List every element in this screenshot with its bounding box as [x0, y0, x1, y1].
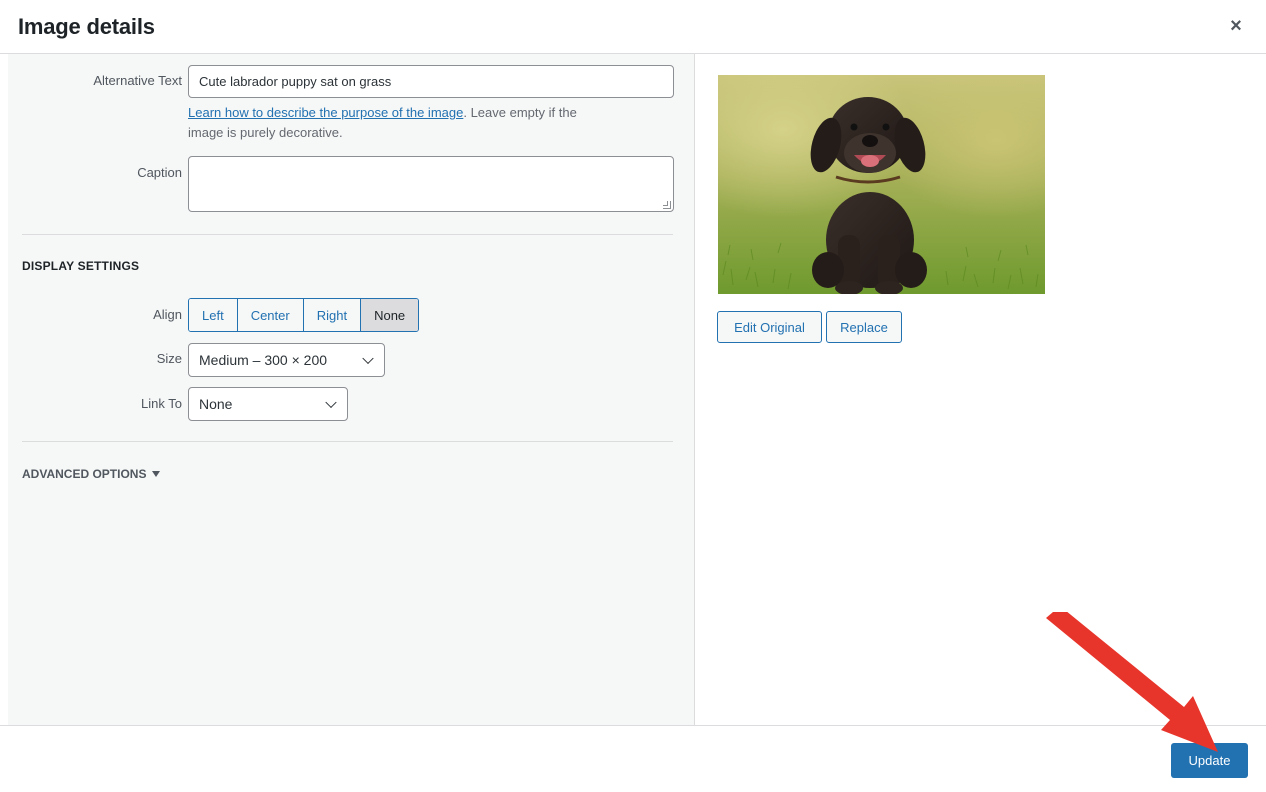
- image-preview: [718, 75, 1045, 294]
- chevron-down-icon: [325, 396, 337, 409]
- advanced-options-label: ADVANCED OPTIONS: [22, 467, 147, 481]
- section-divider: [22, 234, 673, 235]
- modal-title: Image details: [18, 14, 155, 39]
- align-label: Align: [153, 307, 182, 322]
- alt-text-value: Cute labrador puppy sat on grass: [199, 74, 392, 89]
- display-settings-heading: DISPLAY SETTINGS: [22, 259, 140, 273]
- caption-textarea[interactable]: [188, 156, 674, 212]
- caption-label: Caption: [137, 165, 182, 180]
- modal-header: Image details ×: [0, 0, 1266, 54]
- replace-button[interactable]: Replace: [826, 311, 902, 343]
- chevron-down-icon: [362, 352, 374, 365]
- align-button-group: Left Center Right None: [188, 298, 420, 332]
- link-to-label: Link To: [141, 396, 182, 411]
- close-icon[interactable]: ×: [1224, 14, 1248, 38]
- align-none-button[interactable]: None: [361, 299, 419, 331]
- update-button[interactable]: Update: [1171, 743, 1248, 778]
- describe-purpose-link[interactable]: Learn how to describe the purpose of the…: [188, 105, 463, 120]
- alt-text-input[interactable]: Cute labrador puppy sat on grass: [188, 65, 674, 98]
- edit-original-button[interactable]: Edit Original: [717, 311, 822, 343]
- size-label: Size: [156, 351, 182, 366]
- align-left-button[interactable]: Left: [189, 299, 238, 331]
- alt-text-help-line1: . Leave empty if the: [463, 105, 577, 120]
- size-select[interactable]: Medium – 300 × 200: [188, 343, 385, 377]
- resize-handle-icon[interactable]: [663, 201, 671, 209]
- section-divider: [22, 441, 673, 442]
- attachment-settings-panel: [8, 54, 695, 725]
- link-to-select-value: None: [199, 396, 233, 412]
- link-to-select[interactable]: None: [188, 387, 348, 421]
- advanced-options-toggle[interactable]: ADVANCED OPTIONS: [22, 467, 161, 481]
- align-right-button[interactable]: Right: [303, 299, 362, 331]
- alt-text-label: Alternative Text: [93, 73, 182, 88]
- align-center-button[interactable]: Center: [237, 299, 304, 331]
- puppy-photo: [718, 75, 1045, 294]
- alt-text-help-line2: image is purely decorative.: [188, 125, 343, 140]
- size-select-value: Medium – 300 × 200: [199, 352, 328, 368]
- alt-text-help: Learn how to describe the purpose of the…: [188, 103, 674, 143]
- triangle-down-icon: [152, 471, 161, 477]
- modal-footer: [0, 725, 1266, 792]
